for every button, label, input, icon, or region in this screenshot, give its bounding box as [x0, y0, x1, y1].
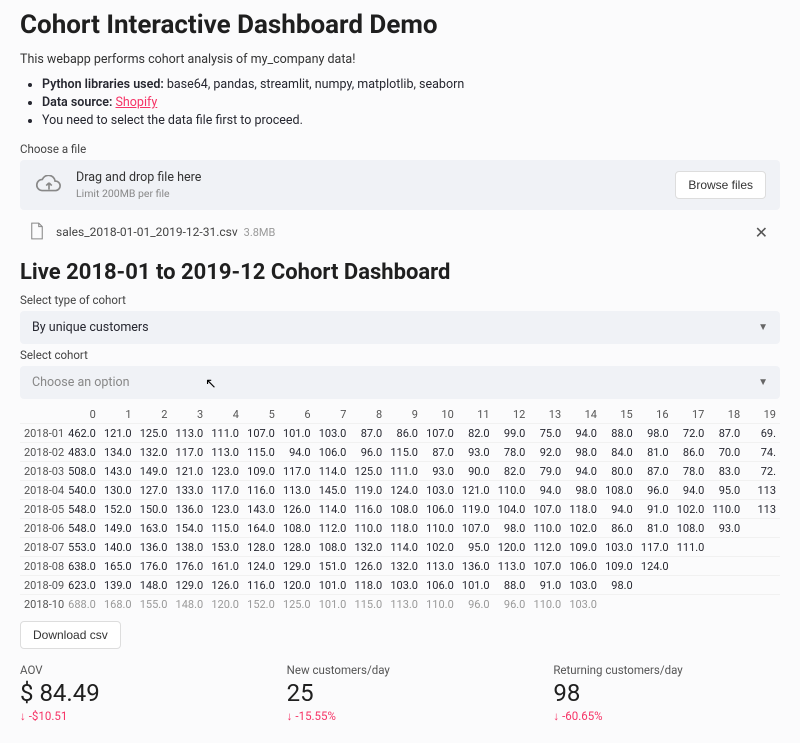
down-arrow-icon: ↓: [20, 709, 26, 723]
select-cohort-dropdown[interactable]: Choose an option ▼: [20, 366, 780, 399]
select-cohort-label: Select cohort: [20, 348, 780, 362]
dropzone-main-text: Drag and drop file here: [76, 170, 201, 185]
table-row[interactable]: 2018-05548.0152.0150.0136.0123.0143.0126…: [20, 500, 780, 519]
down-arrow-icon: ↓: [553, 709, 559, 723]
table-row[interactable]: 2018-02483.0134.0132.0117.0113.0115.094.…: [20, 443, 780, 462]
metric-returning-customers: Returning customers/day 98 ↓-60.65%: [553, 663, 780, 723]
table-row[interactable]: 2018-08638.0165.0176.0176.0161.0124.0129…: [20, 557, 780, 576]
down-arrow-icon: ↓: [287, 709, 293, 723]
table-row[interactable]: 2018-09623.0139.0148.0129.0126.0116.0120…: [20, 576, 780, 595]
table-row[interactable]: 2018-07553.0140.0136.0138.0153.0128.0128…: [20, 538, 780, 557]
chevron-down-icon: ▼: [758, 322, 768, 333]
info-bullets: Python libraries used: base64, pandas, s…: [42, 77, 780, 128]
dropzone-sub-text: Limit 200MB per file: [76, 187, 201, 200]
table-row[interactable]: 2018-06548.0149.0163.0154.0115.0164.0108…: [20, 519, 780, 538]
shopify-link[interactable]: Shopify: [116, 95, 158, 110]
table-row[interactable]: 2018-10688.0168.0155.0148.0120.0152.0125…: [20, 595, 780, 614]
metrics-row: AOV $ 84.49 ↓-$10.51 New customers/day 2…: [20, 663, 780, 723]
metric-aov: AOV $ 84.49 ↓-$10.51: [20, 663, 247, 723]
bullet-libs: Python libraries used: base64, pandas, s…: [42, 77, 780, 92]
select-type-label: Select type of cohort: [20, 293, 780, 307]
browse-files-button[interactable]: Browse files: [675, 171, 766, 199]
metric-new-customers: New customers/day 25 ↓-15.55%: [287, 663, 514, 723]
uploaded-file-size: 3.8MB: [244, 226, 276, 239]
uploader-label: Choose a file: [20, 142, 780, 156]
bullet-instruction: You need to select the data file first t…: [42, 113, 780, 128]
uploaded-file-name: sales_2018-01-01_2019-12-31.csv: [56, 225, 238, 239]
select-type-dropdown[interactable]: By unique customers ▼: [20, 311, 780, 344]
file-icon: [30, 222, 46, 242]
uploaded-file-row: sales_2018-01-01_2019-12-31.csv 3.8MB ✕: [20, 218, 780, 246]
file-dropzone[interactable]: Drag and drop file here Limit 200MB per …: [20, 160, 780, 210]
download-csv-button[interactable]: Download csv: [20, 621, 121, 649]
cloud-upload-icon: [34, 174, 64, 196]
intro-text: This webapp performs cohort analysis of …: [20, 52, 780, 67]
remove-file-button[interactable]: ✕: [749, 223, 774, 242]
chevron-down-icon: ▼: [758, 377, 768, 388]
table-row[interactable]: 2018-04540.0130.0127.0133.0117.0116.0113…: [20, 481, 780, 500]
table-row[interactable]: 2018-01462.0121.0125.0113.0111.0107.0101…: [20, 424, 780, 443]
section-title: Live 2018-01 to 2019-12 Cohort Dashboard: [20, 260, 780, 285]
page-title: Cohort Interactive Dashboard Demo: [20, 10, 780, 40]
cohort-data-grid[interactable]: 0123456789101112131415161718192018-01462…: [20, 405, 780, 613]
bullet-datasource: Data source: Shopify: [42, 95, 780, 110]
table-row[interactable]: 2018-03508.0143.0149.0121.0123.0109.0117…: [20, 462, 780, 481]
